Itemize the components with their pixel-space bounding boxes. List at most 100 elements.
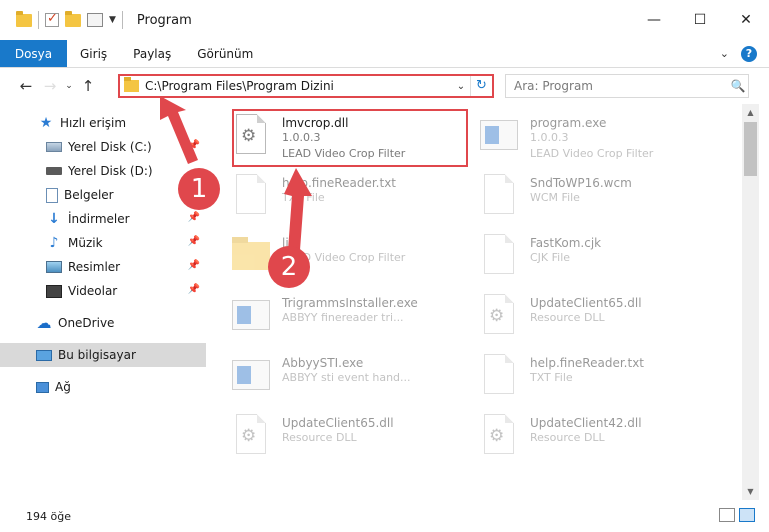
- document-icon: [46, 187, 58, 203]
- file-name: program.exe: [530, 116, 607, 130]
- sidebar-item-local-disk-d[interactable]: Yerel Disk (D:): [0, 159, 206, 183]
- sidebar-item-onedrive[interactable]: ☁ OneDrive: [0, 311, 206, 335]
- file-item-help-finereader-txt[interactable]: help.fineReader.txt TXT File: [206, 168, 446, 228]
- file-item-updateclient42-dll[interactable]: ⚙ UpdateClient42.dll Resource DLL: [454, 408, 694, 468]
- minimize-button[interactable]: —: [631, 0, 677, 40]
- cloud-icon: ☁: [36, 314, 52, 332]
- pin-icon[interactable]: 📌: [188, 212, 200, 223]
- sidebar-item-label: Yerel Disk (D:): [68, 164, 153, 178]
- file-item-lib-folder[interactable]: lib LEAD Video Crop Filter: [206, 228, 446, 288]
- file-description: ABBYY sti event hand...: [282, 371, 411, 384]
- annotation-badge-1: 1: [178, 168, 220, 210]
- recent-locations-chevron-icon[interactable]: ⌄: [62, 81, 76, 91]
- file-type: TXT File: [282, 191, 325, 204]
- search-icon[interactable]: 🔍: [728, 79, 748, 93]
- network-icon: [36, 381, 49, 393]
- annotation-badge-2: 2: [268, 246, 310, 288]
- window-title: Program: [136, 12, 192, 28]
- sidebar-item-label: Bu bilgisayar: [58, 348, 136, 362]
- address-path[interactable]: C:\Program Files\Program Dizini: [145, 79, 452, 93]
- pin-icon[interactable]: 📌: [188, 284, 200, 295]
- refresh-icon[interactable]: ↻: [470, 76, 492, 96]
- customize-toolbar-chevron-icon[interactable]: ▼: [109, 15, 116, 25]
- sidebar-item-downloads[interactable]: ↓ İndirmeler 📌: [0, 207, 206, 231]
- new-folder-icon[interactable]: [65, 10, 81, 27]
- item-count: 194 öğe: [26, 509, 71, 523]
- tab-home[interactable]: Giriş: [67, 40, 120, 67]
- vertical-scrollbar[interactable]: ▲ ▼: [742, 104, 759, 500]
- quick-access-toolbar: ▼ Program: [0, 0, 192, 40]
- file-type: CJK File: [530, 251, 571, 264]
- computer-icon: [36, 349, 52, 361]
- file-icon: [478, 172, 522, 224]
- file-name: UpdateClient42.dll: [530, 416, 642, 430]
- tab-share[interactable]: Paylaş: [120, 40, 184, 67]
- file-item-updateclient65-dll-2[interactable]: ⚙ UpdateClient65.dll Resource DLL: [206, 408, 446, 468]
- file-description: LEAD Video Crop Filter: [530, 147, 654, 160]
- sidebar-item-network[interactable]: Ağ: [0, 375, 206, 399]
- sidebar-item-label: Videolar: [68, 284, 118, 298]
- file-name: lib: [282, 236, 297, 250]
- file-type: WCM File: [530, 191, 580, 204]
- dll-gear-icon: ⚙: [478, 292, 522, 344]
- tab-view[interactable]: Görünüm: [184, 40, 266, 67]
- back-arrow-icon[interactable]: ←: [14, 77, 38, 95]
- help-icon[interactable]: ?: [741, 45, 757, 62]
- file-item-fastkom-cjk[interactable]: FastKom.cjk CJK File: [454, 228, 694, 288]
- pin-icon[interactable]: 📌: [188, 236, 200, 247]
- sidebar-item-videos[interactable]: Videolar 📌: [0, 279, 206, 303]
- tiles-view-icon[interactable]: [739, 508, 755, 522]
- file-name: TrigrammsInstaller.exe: [282, 296, 418, 310]
- sidebar-item-label: OneDrive: [58, 316, 115, 330]
- maximize-button[interactable]: ☐: [677, 0, 723, 40]
- star-icon: ★: [39, 115, 53, 131]
- sidebar-item-label: Müzik: [68, 236, 103, 250]
- file-name: help.fineReader.txt: [282, 176, 396, 190]
- scrollbar-thumb[interactable]: [744, 122, 757, 176]
- sidebar-item-music[interactable]: ♪ Müzik 📌: [0, 231, 206, 255]
- file-item-updateclient65-dll[interactable]: ⚙ UpdateClient65.dll Resource DLL: [454, 288, 694, 348]
- file-name: UpdateClient65.dll: [282, 416, 394, 430]
- folder-icon: [230, 232, 274, 284]
- sidebar-item-documents[interactable]: Belgeler 📌: [0, 183, 206, 207]
- file-type: Resource DLL: [530, 311, 605, 324]
- file-item-sndtowp16-wcm[interactable]: SndToWP16.wcm WCM File: [454, 168, 694, 228]
- sidebar-item-quick-access[interactable]: ★ Hızlı erişim: [0, 111, 206, 135]
- file-item-trigrammsinstaller-exe[interactable]: TrigrammsInstaller.exe ABBYY finereader …: [206, 288, 446, 348]
- folder-icon[interactable]: [16, 10, 32, 27]
- address-bar[interactable]: C:\Program Files\Program Dizini ⌄ ↻: [118, 74, 494, 98]
- file-description: ABBYY finereader tri...: [282, 311, 404, 324]
- file-item-program-exe[interactable]: program.exe 1.0.0.3 LEAD Video Crop Filt…: [454, 108, 694, 168]
- folder-icon: [124, 77, 139, 92]
- file-item-help-finereader-txt-2[interactable]: help.fineReader.txt TXT File: [454, 348, 694, 408]
- pin-icon[interactable]: 📌: [188, 140, 200, 151]
- separator: [38, 11, 39, 29]
- properties-icon[interactable]: [87, 13, 103, 27]
- videos-icon: [46, 284, 62, 298]
- file-item-abbyysti-exe[interactable]: AbbyySTI.exe ABBYY sti event hand...: [206, 348, 446, 408]
- up-arrow-icon[interactable]: ↑: [76, 77, 100, 95]
- address-dropdown-chevron-icon[interactable]: ⌄: [452, 81, 470, 92]
- sidebar-item-local-disk-c[interactable]: Yerel Disk (C:) 📌: [0, 135, 206, 159]
- title-bar: ▼ Program — ☐ ✕: [0, 0, 769, 40]
- forward-arrow-icon[interactable]: →: [38, 77, 62, 95]
- exe-icon: [230, 352, 274, 404]
- search-box[interactable]: 🔍: [505, 74, 749, 98]
- expand-ribbon-chevron-icon[interactable]: ⌄: [720, 47, 729, 60]
- properties-check-icon[interactable]: [45, 11, 59, 27]
- sidebar-item-label: Hızlı erişim: [60, 116, 127, 130]
- file-name: FastKom.cjk: [530, 236, 602, 250]
- scroll-up-arrow-icon[interactable]: ▲: [742, 104, 759, 121]
- sidebar-item-pictures[interactable]: Resimler 📌: [0, 255, 206, 279]
- tab-file[interactable]: Dosya: [0, 40, 67, 67]
- sidebar-item-label: Yerel Disk (C:): [68, 140, 152, 154]
- navigation-pane: ★ Hızlı erişim Yerel Disk (C:) 📌 Yerel D…: [0, 104, 206, 500]
- download-icon: ↓: [48, 211, 60, 227]
- close-button[interactable]: ✕: [723, 0, 769, 40]
- details-view-icon[interactable]: [719, 508, 735, 522]
- search-input[interactable]: [506, 79, 728, 93]
- scroll-down-arrow-icon[interactable]: ▼: [742, 483, 759, 500]
- pin-icon[interactable]: 📌: [188, 260, 200, 271]
- sidebar-item-this-pc[interactable]: Bu bilgisayar: [0, 343, 206, 367]
- txt-icon: [230, 172, 274, 224]
